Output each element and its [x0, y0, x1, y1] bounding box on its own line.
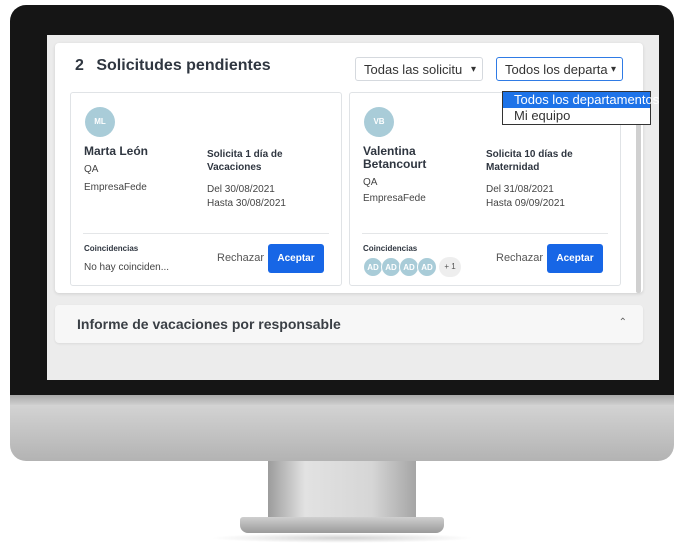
employee-name: Marta León: [84, 144, 149, 158]
request-description: Solicita 1 día de Vacaciones: [207, 149, 283, 173]
employee-company: EmpresaFede: [84, 182, 147, 193]
employee-company: EmpresaFede: [363, 193, 426, 204]
coincidence-avatar[interactable]: AD: [381, 257, 401, 277]
departments-filter-select[interactable]: Todos los departa ▾: [496, 57, 623, 81]
vacation-report-section[interactable]: Informe de vacaciones por responsable ⌃: [55, 305, 643, 343]
accept-button[interactable]: Aceptar: [268, 244, 324, 273]
dropdown-option-all-departments[interactable]: Todos los departamentos: [503, 92, 659, 108]
pending-requests-panel: 2 Solicitudes pendientes Todas las solic…: [55, 43, 659, 293]
accept-button[interactable]: Aceptar: [547, 244, 603, 273]
stand-shadow: [210, 533, 474, 543]
pending-title: Solicitudes pendientes: [96, 57, 271, 74]
page-title: 2 Solicitudes pendientes: [75, 57, 271, 75]
request-card: ML Marta León QA EmpresaFede Solicita 1 …: [70, 92, 342, 286]
monitor-stand-neck: [268, 461, 416, 519]
chevron-down-icon: ▾: [610, 64, 616, 75]
request-to: Hasta 09/09/2021: [486, 198, 565, 209]
employee-department: QA: [84, 164, 99, 175]
monitor-stand-base: [240, 517, 444, 533]
divider: [83, 233, 329, 234]
coincidences-label: Coincidencias: [84, 244, 139, 253]
departments-filter-value: Todos los departa: [505, 62, 608, 77]
scrollbar[interactable]: [636, 103, 641, 293]
request-from: Del 31/08/2021: [486, 184, 554, 195]
monitor-chin: [10, 395, 674, 461]
request-description: Solicita 10 días de Maternidad: [486, 149, 573, 173]
screen: 2 Solicitudes pendientes Todas las solic…: [47, 35, 659, 380]
avatar: VB: [364, 107, 394, 137]
employee-name: Valentina Betancourt: [363, 144, 427, 171]
reject-button[interactable]: Rechazar: [217, 252, 264, 264]
chevron-down-icon: ▾: [470, 64, 476, 75]
chevron-up-icon[interactable]: ⌃: [619, 317, 627, 328]
coincidence-avatar[interactable]: AD: [363, 257, 383, 277]
coincidence-avatar[interactable]: AD: [399, 257, 419, 277]
coincidence-avatar[interactable]: AD: [417, 257, 437, 277]
reject-button[interactable]: Rechazar: [496, 252, 543, 264]
avatar: ML: [85, 107, 115, 137]
request-from: Del 30/08/2021: [207, 184, 275, 195]
employee-department: QA: [363, 177, 378, 188]
departments-dropdown-list: Todos los departamentos Mi equipo: [502, 91, 659, 125]
pending-count: 2: [75, 57, 84, 74]
report-title: Informe de vacaciones por responsable: [77, 316, 341, 332]
request-to: Hasta 30/08/2021: [207, 198, 286, 209]
monitor-bezel: 2 Solicitudes pendientes Todas las solic…: [10, 5, 674, 395]
divider: [362, 233, 608, 234]
coincidences-value: No hay coinciden...: [84, 262, 170, 273]
requests-filter-value: Todas las solicitu: [364, 62, 463, 77]
coincidence-more-badge[interactable]: + 1: [439, 257, 461, 277]
coincidences-label: Coincidencias: [363, 244, 418, 253]
dropdown-option-my-team[interactable]: Mi equipo: [503, 108, 650, 124]
requests-filter-select[interactable]: Todas las solicitu ▾: [355, 57, 483, 81]
